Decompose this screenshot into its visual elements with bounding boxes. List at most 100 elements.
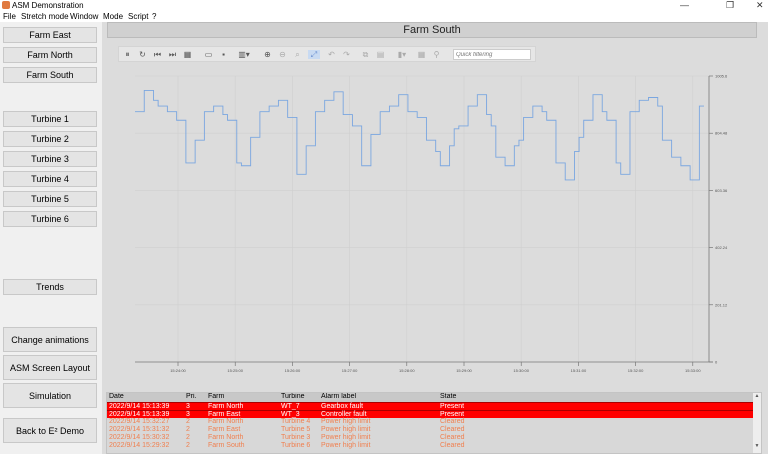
x-tick-label: 15:28:00 — [399, 368, 415, 373]
x-tick-label: 15:27:00 — [342, 368, 358, 373]
asm-screen-layout-button[interactable]: ASM Screen Layout — [3, 355, 97, 380]
y-tick-label: 804.48 — [715, 131, 728, 136]
alarm-row[interactable]: 2022/9/14 15:29:32 2 Farm South Turbine 6 Po… — [107, 442, 761, 450]
save-icon[interactable]: ▪ — [219, 50, 228, 59]
alarm-alarm-label: Power high limit — [321, 434, 371, 441]
alarm-row[interactable]: 2022/9/14 15:31:32 2 Farm East Turbine 5 Pow… — [107, 426, 761, 434]
refresh-icon[interactable]: ↻ — [138, 50, 147, 59]
farm-south-button[interactable]: Farm South — [3, 67, 97, 83]
menu-script[interactable]: Script — [128, 12, 148, 21]
skip-end-icon[interactable]: ⏭ — [168, 50, 177, 59]
header-state[interactable]: State — [440, 393, 456, 400]
panel-title: Farm South — [107, 22, 757, 38]
turbine-5-button[interactable]: Turbine 5 — [3, 191, 97, 207]
pan-icon[interactable]: ⤢ — [308, 50, 320, 59]
change-animations-button[interactable]: Change animations — [3, 327, 97, 352]
zoom-in-icon[interactable]: ⊕ — [263, 50, 272, 59]
x-tick-label: 15:33:00 — [685, 368, 701, 373]
x-tick-label: 15:26:00 — [285, 368, 301, 373]
alarm-table-header: Date Pri. Farm Turbine Alarm label State — [107, 393, 761, 402]
pause-icon[interactable]: ⏸ — [123, 50, 132, 59]
alarm-farm: Farm East — [208, 426, 241, 433]
alarm-turbine: Turbine 6 — [281, 442, 311, 449]
alarm-turbine: WT_7 — [281, 403, 300, 410]
turbine-6-button[interactable]: Turbine 6 — [3, 211, 97, 227]
turbine-3-button[interactable]: Turbine 3 — [3, 151, 97, 167]
alarm-turbine: Turbine 5 — [281, 426, 311, 433]
alarm-priority: 2 — [186, 418, 190, 425]
x-tick-label: 15:31:00 — [571, 368, 587, 373]
x-tick-label: 15:24:00 — [170, 368, 186, 373]
turbine-4-button[interactable]: Turbine 4 — [3, 171, 97, 187]
series-line-power — [135, 89, 704, 181]
trend-chart[interactable]: 1005.6 804.48 603.36 402.24 201.12 0 15:24:00 1… — [102, 66, 768, 388]
alarm-priority: 2 — [186, 434, 190, 441]
y-tick-label: 1005.6 — [715, 74, 728, 79]
navigation-panel: Farm East Farm North Farm South Turbine … — [0, 22, 102, 454]
minimize-button[interactable]: — — [680, 0, 689, 10]
alarm-date: 2022/9/14 15:30:32 — [109, 434, 170, 441]
alarm-row[interactable]: 2022/9/14 15:30:32 2 Farm North Turbine 3 Po… — [107, 434, 761, 442]
redo-icon[interactable]: ↷ — [342, 50, 351, 59]
alarm-alarm-label: Gearbox fault — [321, 403, 364, 410]
alarm-scrollbar[interactable]: ▲ ▼ — [753, 393, 761, 453]
close-button[interactable]: ✕ — [756, 0, 764, 11]
farm-north-button[interactable]: Farm North — [3, 47, 97, 63]
header-turbine[interactable]: Turbine — [281, 393, 304, 400]
header-date[interactable]: Date — [109, 393, 124, 400]
filter-icon[interactable]: ⚲ — [432, 50, 441, 59]
alarm-priority: 2 — [186, 442, 190, 449]
zoom-out-icon[interactable]: ⊖ — [278, 50, 287, 59]
header-farm[interactable]: Farm — [208, 393, 224, 400]
alarm-turbine: WT_3 — [281, 411, 300, 418]
x-tick-label: 15:32:00 — [628, 368, 644, 373]
turbine-1-button[interactable]: Turbine 1 — [3, 111, 97, 127]
maximize-button[interactable]: ❐ — [726, 0, 734, 11]
menu-window[interactable]: Window — [70, 12, 98, 21]
column-dropdown-icon[interactable]: ▮▾ — [395, 50, 409, 59]
alarm-turbine: Turbine 3 — [281, 434, 311, 441]
alarm-row[interactable]: 2022/9/14 15:13:39 3 Farm East WT_3 Controll… — [107, 410, 761, 418]
alarm-row[interactable]: 2022/9/14 15:32:27 2 Farm North Turbine 4 Po… — [107, 418, 761, 426]
alarm-row[interactable]: 2022/9/14 15:13:39 3 Farm North WT_7 Gearbox… — [107, 402, 761, 410]
app-icon — [2, 1, 10, 9]
main-panel: Farm South ⏸ ↻ ⏮ ⏭ ▦ ▭ ▪ ▥▾ ⊕ ⊖ ⌕ ⤢ ↶ ↷ … — [102, 22, 768, 454]
alarm-farm: Farm North — [208, 434, 244, 441]
y-tick-label: 0 — [715, 360, 718, 365]
copy-icon[interactable]: ⧉ — [361, 50, 370, 59]
menu-mode[interactable]: Mode — [103, 12, 123, 21]
undo-icon[interactable]: ↶ — [327, 50, 336, 59]
farm-east-button[interactable]: Farm East — [3, 27, 97, 43]
menu-file[interactable]: File — [3, 12, 16, 21]
x-tick-label: 15:30:00 — [513, 368, 529, 373]
trends-button[interactable]: Trends — [3, 279, 97, 295]
alarm-alarm-label: Power high limit — [321, 418, 371, 425]
header-alarm-label[interactable]: Alarm label — [321, 393, 356, 400]
header-priority[interactable]: Pri. — [186, 393, 197, 400]
alarm-date: 2022/9/14 15:29:32 — [109, 442, 170, 449]
zoom-reset-icon[interactable]: ⌕ — [293, 50, 302, 59]
alarm-farm: Farm North — [208, 418, 244, 425]
y-tick-label: 402.24 — [715, 245, 728, 250]
alarm-state: Cleared — [440, 418, 465, 425]
x-tick-label: 15:29:00 — [456, 368, 472, 373]
paste-icon[interactable]: ▤ — [376, 50, 385, 59]
grid-icon[interactable]: ▦ — [417, 50, 426, 59]
alarm-state: Cleared — [440, 442, 465, 449]
menu-stretch-mode[interactable]: Stretch mode — [21, 12, 69, 21]
back-to-demo-button[interactable]: Back to E² Demo — [3, 418, 97, 443]
y-tick-label: 603.36 — [715, 188, 728, 193]
open-folder-icon[interactable]: ▭ — [204, 50, 213, 59]
calendar-icon[interactable]: ▦ — [183, 50, 192, 59]
alarm-farm: Farm East — [208, 411, 241, 418]
alarm-table: Date Pri. Farm Turbine Alarm label State… — [106, 392, 762, 454]
alarm-priority: 3 — [186, 411, 190, 418]
skip-start-icon[interactable]: ⏮ — [153, 50, 162, 59]
layout-dropdown-icon[interactable]: ▥▾ — [237, 50, 251, 59]
quick-filter-input[interactable] — [453, 49, 531, 60]
turbine-2-button[interactable]: Turbine 2 — [3, 131, 97, 147]
title-bar: ASM Demonstration — ❐ ✕ — [0, 0, 768, 11]
menu-help[interactable]: ? — [152, 12, 156, 21]
alarm-state: Cleared — [440, 434, 465, 441]
simulation-button[interactable]: Simulation — [3, 383, 97, 408]
